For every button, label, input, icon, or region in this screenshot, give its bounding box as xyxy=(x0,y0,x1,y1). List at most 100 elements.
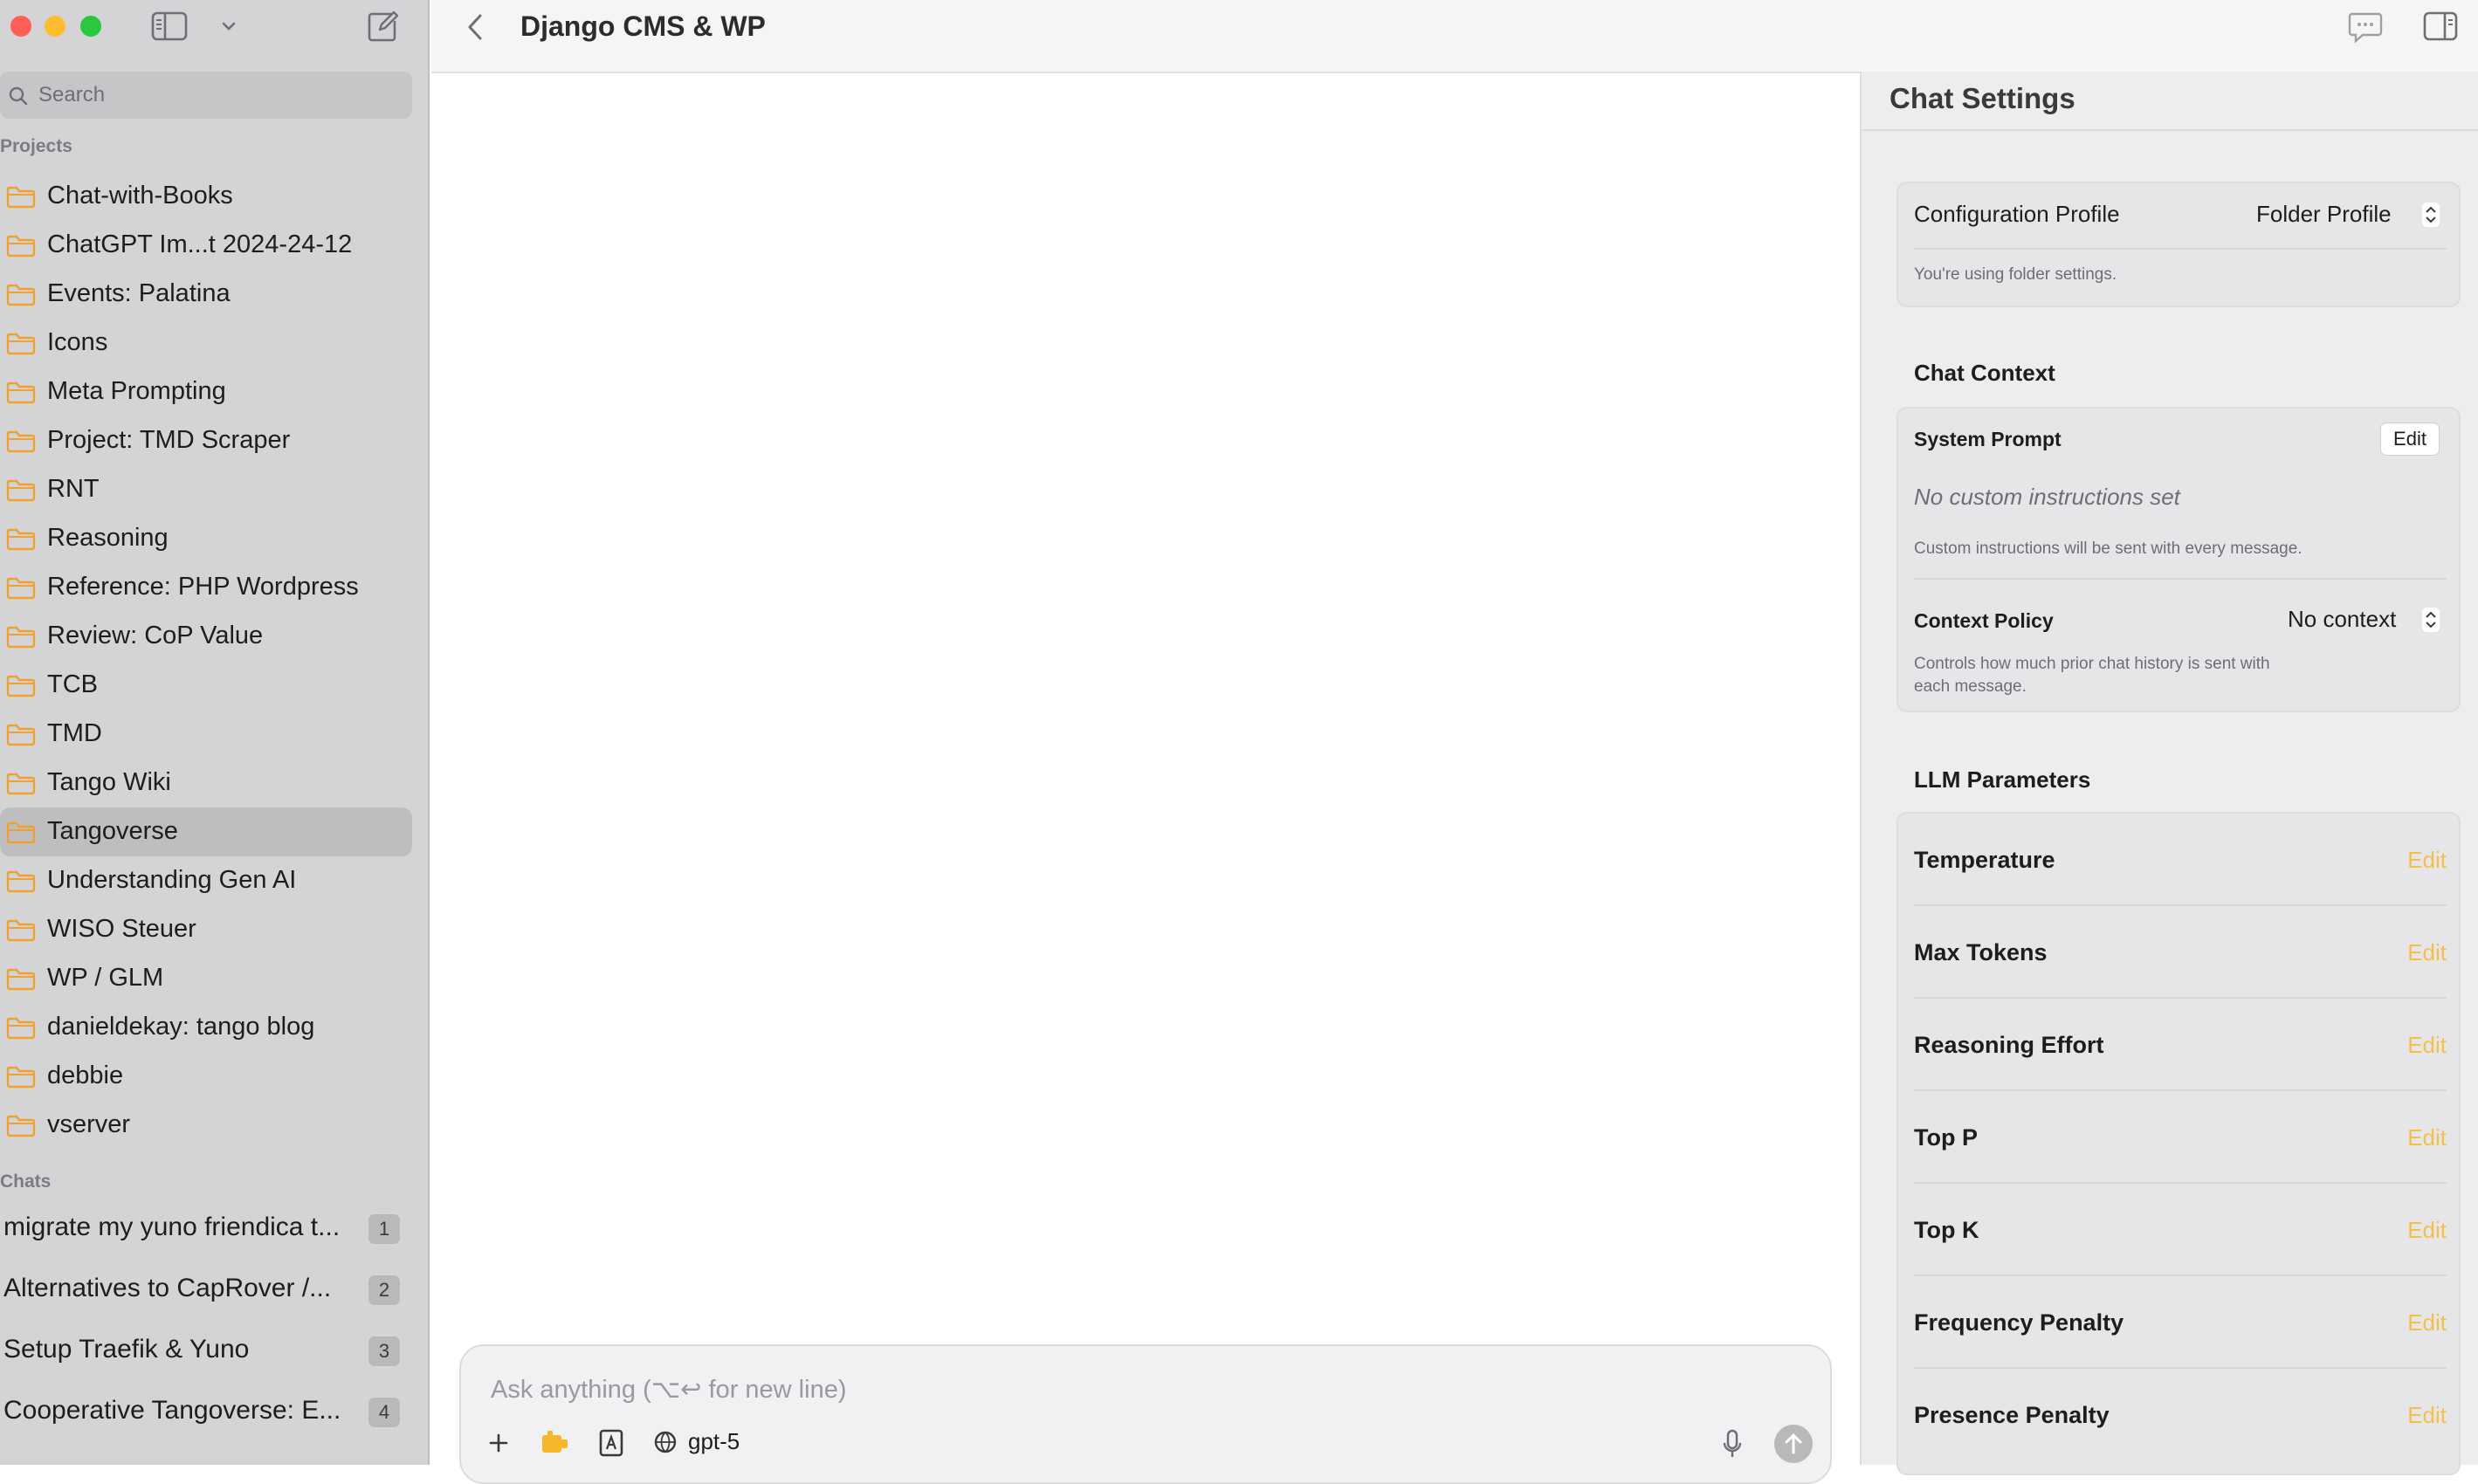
chat-shortcut-badge: 1 xyxy=(368,1214,400,1244)
project-item[interactable]: vserver xyxy=(0,1101,412,1150)
llm-parameter-edit-link[interactable]: Edit xyxy=(2407,1032,2447,1059)
folder-icon xyxy=(6,381,36,404)
microphone-icon[interactable] xyxy=(1722,1428,1743,1460)
chat-shortcut-badge: 2 xyxy=(368,1275,400,1305)
chat-bubble-icon[interactable] xyxy=(2347,10,2384,44)
chat-item[interactable]: Cooperative Tangoverse: E... 4 xyxy=(0,1384,412,1445)
project-label: vserver xyxy=(47,1110,131,1138)
close-window-button[interactable] xyxy=(10,16,31,37)
panel-divider xyxy=(1862,129,2478,131)
project-item[interactable]: debbie xyxy=(0,1052,412,1101)
llm-parameter-edit-link[interactable]: Edit xyxy=(2407,1309,2447,1336)
model-selector[interactable]: gpt-5 xyxy=(688,1428,740,1455)
send-button[interactable] xyxy=(1774,1425,1813,1463)
project-item[interactable]: WP / GLM xyxy=(0,954,412,1003)
search-field[interactable]: Search xyxy=(0,72,412,119)
project-item[interactable]: Tango Wiki xyxy=(0,759,412,807)
zoom-window-button[interactable] xyxy=(80,16,101,37)
right-panel-toggle-icon[interactable] xyxy=(2422,10,2459,42)
llm-parameter-row: Max Tokens Edit xyxy=(1898,906,2462,999)
folder-icon xyxy=(6,919,36,942)
model-icon[interactable] xyxy=(651,1428,679,1456)
folder-icon xyxy=(6,235,36,258)
llm-parameter-row: Presence Penalty Edit xyxy=(1898,1369,2462,1461)
chat-shortcut-badge: 3 xyxy=(368,1336,400,1366)
chevron-down-icon[interactable] xyxy=(218,16,239,37)
divider xyxy=(1914,248,2447,250)
project-label: Project: TMD Scraper xyxy=(47,426,291,454)
project-label: Reasoning xyxy=(47,524,169,552)
configuration-profile-select[interactable]: Folder Profile xyxy=(2256,201,2392,228)
back-chevron-icon[interactable] xyxy=(465,12,485,42)
project-item[interactable]: RNT xyxy=(0,465,412,514)
system-prompt-value: No custom instructions set xyxy=(1914,484,2180,510)
folder-icon xyxy=(6,430,36,453)
folder-icon xyxy=(6,724,36,746)
project-label: RNT xyxy=(47,475,100,503)
stepper-icon[interactable] xyxy=(2422,608,2440,632)
project-item[interactable]: WISO Steuer xyxy=(0,905,412,954)
message-composer[interactable]: Ask anything (⌥↩ for new line) gpt-5 xyxy=(459,1344,1832,1484)
stepper-icon[interactable] xyxy=(2422,203,2440,227)
search-icon xyxy=(9,86,28,106)
project-item[interactable]: TMD xyxy=(0,710,412,759)
llm-parameter-edit-link[interactable]: Edit xyxy=(2407,1217,2447,1244)
project-item[interactable]: Events: Palatina xyxy=(0,270,412,319)
project-item[interactable]: Meta Prompting xyxy=(0,368,412,416)
project-label: danieldekay: tango blog xyxy=(47,1013,315,1041)
prompt-library-icon[interactable] xyxy=(597,1428,625,1458)
llm-parameter-name: Presence Penalty xyxy=(1914,1402,2110,1428)
llm-parameter-name: Reasoning Effort xyxy=(1914,1032,2104,1058)
top-bar: Django CMS & WP xyxy=(431,0,2478,73)
llm-parameter-edit-link[interactable]: Edit xyxy=(2407,1124,2447,1151)
llm-parameter-row: Frequency Penalty Edit xyxy=(1898,1276,2462,1369)
folder-icon xyxy=(6,626,36,649)
folder-icon xyxy=(6,821,36,844)
project-item[interactable]: Tangoverse xyxy=(0,807,412,856)
projects-list: Chat-with-Books ChatGPT Im...t 2024-24-12… xyxy=(0,172,412,1150)
chat-item[interactable]: migrate my yuno friendica t... 1 xyxy=(0,1200,412,1261)
plugin-icon[interactable] xyxy=(540,1428,571,1458)
llm-parameter-edit-link[interactable]: Edit xyxy=(2407,939,2447,966)
chat-settings-panel: Chat Settings Configuration Profile Fold… xyxy=(1860,72,2478,1475)
project-item[interactable]: Reference: PHP Wordpress xyxy=(0,563,412,612)
folder-icon xyxy=(6,1066,36,1089)
project-item[interactable]: Reasoning xyxy=(0,514,412,563)
plus-icon[interactable] xyxy=(485,1430,512,1456)
project-item[interactable]: Review: CoP Value xyxy=(0,612,412,661)
system-prompt-edit-button[interactable]: Edit xyxy=(2380,423,2440,456)
project-item[interactable]: Project: TMD Scraper xyxy=(0,416,412,465)
chat-item[interactable]: Alternatives to CapRover /... 2 xyxy=(0,1261,412,1323)
llm-parameters-heading: LLM Parameters xyxy=(1914,766,2091,793)
project-label: Icons xyxy=(47,328,108,356)
project-item[interactable]: Chat-with-Books xyxy=(0,172,412,221)
llm-parameter-name: Top P xyxy=(1914,1124,1978,1151)
project-item[interactable]: Icons xyxy=(0,319,412,368)
llm-parameter-edit-link[interactable]: Edit xyxy=(2407,1402,2447,1429)
new-chat-icon[interactable] xyxy=(365,9,400,44)
project-item[interactable]: TCB xyxy=(0,661,412,710)
context-policy-select[interactable]: No context xyxy=(2288,606,2396,633)
projects-section-label: Projects xyxy=(0,136,72,156)
chat-label: Setup Traefik & Yuno xyxy=(3,1335,250,1364)
chat-item[interactable]: Setup Traefik & Yuno 3 xyxy=(0,1323,412,1384)
project-label: Review: CoP Value xyxy=(47,622,264,649)
project-label: Chat-with-Books xyxy=(47,182,233,210)
context-policy-label: Context Policy xyxy=(1914,609,2054,632)
project-item[interactable]: ChatGPT Im...t 2024-24-12 xyxy=(0,221,412,270)
sidebar-toggle-icon[interactable] xyxy=(150,10,189,42)
minimize-window-button[interactable] xyxy=(45,16,65,37)
folder-icon xyxy=(6,577,36,600)
llm-parameter-edit-link[interactable]: Edit xyxy=(2407,847,2447,874)
folder-icon xyxy=(6,186,36,209)
project-item[interactable]: danieldekay: tango blog xyxy=(0,1003,412,1052)
divider xyxy=(1914,578,2447,580)
project-label: TMD xyxy=(47,719,102,747)
project-label: WP / GLM xyxy=(47,964,164,992)
configuration-profile-card: Configuration Profile Folder Profile You… xyxy=(1896,182,2461,307)
project-label: Tangoverse xyxy=(47,817,178,845)
project-item[interactable]: Understanding Gen AI xyxy=(0,856,412,905)
llm-parameter-row: Reasoning Effort Edit xyxy=(1898,999,2462,1091)
system-prompt-label: System Prompt xyxy=(1914,428,2062,450)
folder-icon xyxy=(6,1017,36,1040)
